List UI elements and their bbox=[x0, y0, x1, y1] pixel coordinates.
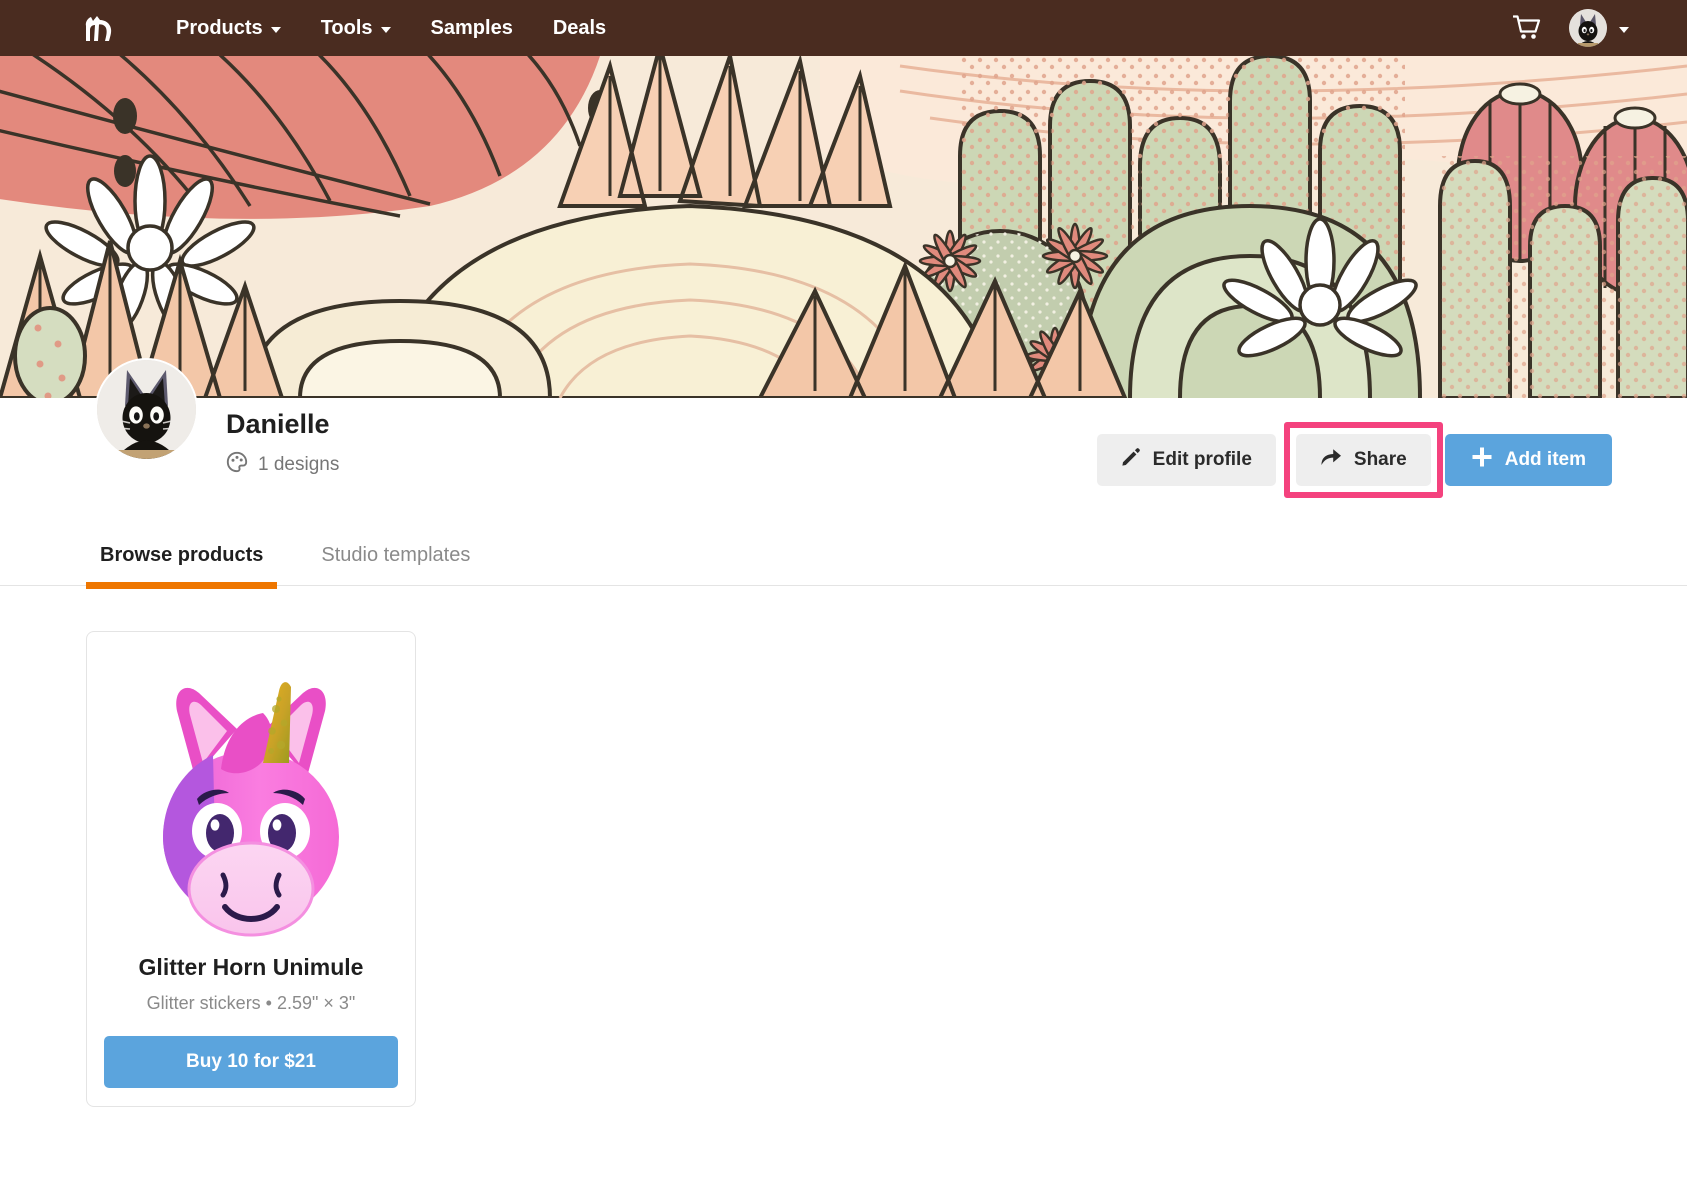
product-title: Glitter Horn Unimule bbox=[138, 954, 364, 980]
nav-right-group bbox=[1513, 9, 1659, 47]
product-grid: Glitter Horn Unimule Glitter stickers • … bbox=[0, 586, 1687, 1107]
tab-browse-products[interactable]: Browse products bbox=[86, 544, 278, 589]
profile-action-buttons: Edit profile Share Add item bbox=[1096, 422, 1612, 498]
tab-studio-templates-label: Studio templates bbox=[321, 544, 471, 566]
nav-link-deals-label: Deals bbox=[552, 16, 607, 39]
plus-icon bbox=[1471, 446, 1493, 474]
nav-link-tools-label: Tools bbox=[320, 16, 373, 39]
nav-link-deals[interactable]: Deals bbox=[533, 9, 626, 48]
nav-link-samples-label: Samples bbox=[430, 16, 513, 39]
profile-identity: Danielle 1 designs bbox=[226, 408, 339, 479]
add-item-button[interactable]: Add item bbox=[1444, 434, 1612, 486]
nav-links: Products Tools Samples Deals bbox=[156, 9, 626, 48]
pink-unicorn-sticker bbox=[101, 646, 401, 946]
buy-button[interactable]: Buy 10 for $21 bbox=[104, 1036, 398, 1088]
account-menu[interactable] bbox=[1569, 9, 1629, 47]
edit-profile-button[interactable]: Edit profile bbox=[1096, 434, 1276, 486]
black-cat-avatar[interactable] bbox=[95, 358, 198, 461]
shopping-cart-icon[interactable] bbox=[1513, 15, 1541, 41]
nav-link-products-label: Products bbox=[176, 16, 263, 39]
add-item-label: Add item bbox=[1504, 449, 1586, 470]
chevron-down-icon bbox=[270, 26, 281, 33]
content-tabs: Browse products Studio templates bbox=[0, 518, 1687, 589]
share-arrow-icon bbox=[1320, 447, 1342, 473]
share-label: Share bbox=[1353, 449, 1407, 470]
share-button-highlight: Share bbox=[1283, 422, 1443, 498]
product-card[interactable]: Glitter Horn Unimule Glitter stickers • … bbox=[86, 631, 416, 1107]
tab-studio-templates[interactable]: Studio templates bbox=[307, 544, 484, 585]
cactus-succulent-illustration bbox=[0, 56, 1687, 398]
nav-link-samples[interactable]: Samples bbox=[411, 9, 533, 48]
top-navigation-bar: Products Tools Samples Deals bbox=[0, 0, 1687, 56]
profile-header: Danielle 1 designs Edit profile Share Ad… bbox=[0, 358, 1687, 518]
chevron-down-icon bbox=[1619, 26, 1629, 33]
nav-link-tools[interactable]: Tools bbox=[301, 9, 411, 48]
chevron-down-icon bbox=[380, 26, 391, 33]
designs-count-label: 1 designs bbox=[258, 454, 340, 476]
designs-count-row: 1 designs bbox=[226, 451, 339, 479]
nav-link-products[interactable]: Products bbox=[156, 9, 301, 48]
edit-profile-label: Edit profile bbox=[1152, 449, 1252, 470]
page-title: Danielle bbox=[226, 409, 330, 439]
profile-cover-banner bbox=[0, 56, 1687, 398]
product-subtitle: Glitter stickers • 2.59" × 3" bbox=[146, 993, 356, 1013]
palette-icon bbox=[226, 451, 248, 479]
tab-browse-products-label: Browse products bbox=[100, 544, 264, 566]
pencil-icon bbox=[1121, 447, 1141, 473]
user-avatar-icon bbox=[1569, 9, 1607, 47]
share-button[interactable]: Share bbox=[1295, 434, 1431, 486]
horse-logo-icon[interactable] bbox=[80, 11, 120, 45]
